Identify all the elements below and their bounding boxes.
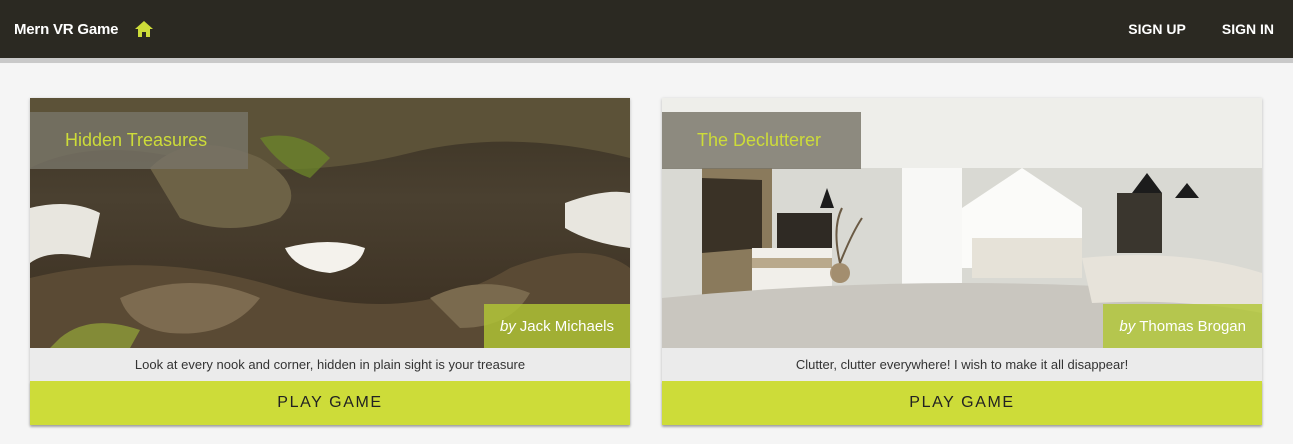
play-game-button[interactable]: PLAY GAME: [662, 381, 1262, 425]
app-title: Mern VR Game: [14, 20, 119, 38]
by-label: by: [1119, 317, 1136, 335]
maker-name: Jack Michaels: [519, 317, 614, 335]
game-title-link[interactable]: Hidden Treasures: [30, 112, 248, 169]
game-maker: by Thomas Brogan: [1103, 304, 1262, 348]
sign-in-button[interactable]: SIGN IN: [1204, 0, 1293, 58]
home-icon[interactable]: [133, 18, 155, 40]
sign-up-button[interactable]: SIGN UP: [1110, 0, 1204, 58]
game-title-text: The Declutterer: [697, 130, 822, 150]
app-bar: Mern VR Game SIGN UP SIGN IN: [0, 0, 1293, 58]
appbar-divider: [0, 58, 1293, 63]
game-card: The Declutterer by Thomas Brogan Clutter…: [662, 98, 1262, 425]
game-title-text: Hidden Treasures: [65, 130, 208, 150]
game-description: Clutter, clutter everywhere! I wish to m…: [662, 348, 1262, 381]
game-card: Hidden Treasures by Jack Michaels Look a…: [30, 98, 630, 425]
maker-name: Thomas Brogan: [1139, 317, 1246, 335]
game-preview-image: Hidden Treasures by Jack Michaels: [30, 98, 630, 348]
game-maker: by Jack Michaels: [483, 304, 630, 348]
play-game-button[interactable]: PLAY GAME: [30, 381, 630, 425]
game-preview-image: The Declutterer by Thomas Brogan: [662, 98, 1262, 348]
by-label: by: [499, 317, 516, 335]
game-description: Look at every nook and corner, hidden in…: [30, 348, 630, 381]
game-title-link[interactable]: The Declutterer: [662, 112, 861, 169]
